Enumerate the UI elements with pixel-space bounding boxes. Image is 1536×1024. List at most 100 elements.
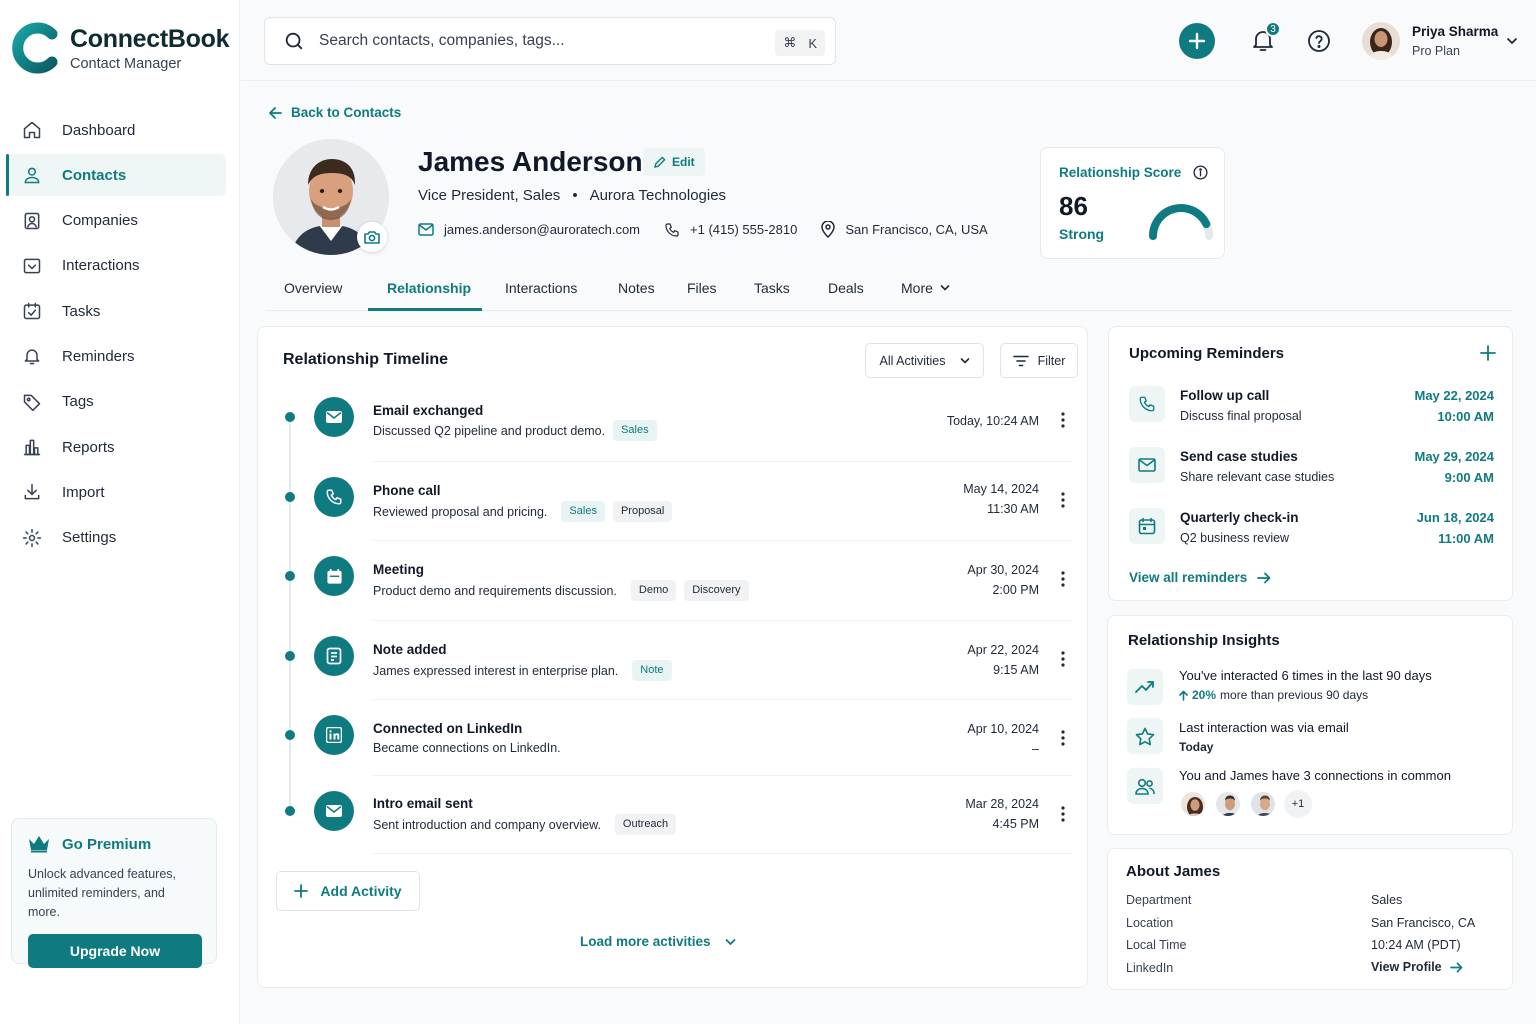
tab-deals[interactable]: Deals: [828, 280, 864, 296]
add-new-button[interactable]: [1179, 23, 1215, 59]
notification-badge: 3: [1265, 21, 1281, 37]
help-button[interactable]: [1307, 29, 1331, 53]
tab-files[interactable]: Files: [687, 280, 717, 296]
chevron-down-icon: [725, 938, 735, 945]
tab-overview[interactable]: Overview: [284, 280, 342, 296]
about-title: About James: [1126, 863, 1221, 880]
contact-role: Vice President, Sales • Aurora Technolog…: [418, 187, 726, 204]
change-photo-button[interactable]: [357, 222, 387, 252]
item-more-button[interactable]: [1060, 729, 1066, 747]
filter-button[interactable]: Filter: [1000, 343, 1078, 378]
user-menu-toggle[interactable]: [1506, 36, 1518, 46]
connection-avatar[interactable]: [1249, 790, 1277, 818]
connection-avatar[interactable]: [1214, 790, 1242, 818]
user-name[interactable]: Priya Sharma: [1412, 24, 1498, 39]
activity-type-select[interactable]: All Activities: [865, 343, 984, 378]
load-more-button[interactable]: Load more activities: [580, 934, 736, 949]
tab-relationship[interactable]: Relationship: [387, 280, 471, 296]
sidebar-item-contacts[interactable]: Contacts: [6, 154, 226, 197]
gear-icon: [22, 528, 42, 547]
timeline-item-desc: Sent introduction and company overview. …: [373, 814, 677, 835]
sidebar-item-label: Dashboard: [62, 121, 136, 139]
view-all-reminders-link[interactable]: View all reminders: [1129, 570, 1271, 585]
sidebar-item-settings[interactable]: Settings: [6, 517, 226, 559]
add-reminder-button[interactable]: [1480, 345, 1496, 361]
reminder-subtitle: Q2 business review: [1180, 531, 1290, 545]
sidebar-item-label: Companies: [62, 212, 138, 230]
job-title: Vice President, Sales: [418, 187, 561, 204]
tag-demo[interactable]: Demo: [630, 580, 677, 601]
phone-icon: [1139, 396, 1155, 412]
reminder-icon: [1129, 386, 1165, 422]
back-to-contacts-link[interactable]: Back to Contacts: [268, 105, 401, 120]
arrow-right-icon: [1449, 962, 1463, 972]
tag-sales[interactable]: Sales: [561, 501, 605, 522]
sidebar-item-companies[interactable]: Companies: [6, 200, 226, 242]
tag-note[interactable]: Note: [632, 660, 672, 681]
info-icon[interactable]: [1193, 165, 1208, 180]
upgrade-button[interactable]: Upgrade Now: [28, 934, 202, 968]
user-icon: [24, 167, 40, 184]
timeline-item-title: Note added: [373, 642, 447, 657]
item-more-button[interactable]: [1060, 805, 1066, 823]
reminder-title[interactable]: Follow up call: [1180, 388, 1269, 403]
item-more-button[interactable]: [1060, 491, 1066, 509]
email-detail[interactable]: james.anderson@auroratech.com: [418, 222, 640, 237]
sidebar-item-reports[interactable]: Reports: [6, 426, 226, 468]
timeline-item: Note added James expressed interest in e…: [258, 622, 1089, 692]
sidebar-item-label: Interactions: [62, 257, 140, 275]
tab-tasks[interactable]: Tasks: [754, 280, 790, 296]
sidebar-item-interactions[interactable]: Interactions: [6, 245, 226, 287]
tag-discovery[interactable]: Discovery: [684, 580, 749, 601]
item-more-button[interactable]: [1060, 411, 1066, 429]
tab-notes[interactable]: Notes: [618, 280, 655, 296]
company-name[interactable]: Aurora Technologies: [590, 187, 726, 204]
reminder-title[interactable]: Quarterly check-in: [1180, 510, 1299, 525]
sidebar-item-import[interactable]: Import: [6, 471, 226, 513]
tag-proposal[interactable]: Proposal: [612, 501, 673, 522]
plus-icon: [294, 884, 309, 898]
relationship-timeline: Relationship Timeline All Activities Fil…: [257, 326, 1088, 988]
phone-detail[interactable]: +1 (415) 555-2810: [664, 222, 797, 238]
brand[interactable]: ConnectBook Contact Manager: [12, 22, 230, 74]
insight-subtext: Today: [1179, 740, 1214, 754]
tab-interactions[interactable]: Interactions: [505, 280, 577, 296]
camera-icon: [364, 231, 380, 244]
tag-outreach[interactable]: Outreach: [614, 814, 677, 835]
sidebar-item-label: Reports: [62, 438, 115, 456]
view-linkedin-profile-link[interactable]: View Profile: [1371, 960, 1463, 974]
add-activity-button[interactable]: Add Activity: [276, 871, 420, 911]
sidebar-item-reminders[interactable]: Reminders: [6, 335, 226, 377]
search-input[interactable]: [319, 32, 759, 50]
connection-avatar[interactable]: [1179, 790, 1207, 818]
calendar-icon: [1138, 518, 1156, 535]
timeline-item-date: Today, 10:24 AM: [946, 414, 1039, 428]
timeline-divider: [373, 540, 1073, 541]
timeline-dot: [285, 492, 295, 502]
user-avatar[interactable]: [1362, 22, 1400, 60]
tab-more[interactable]: More: [901, 280, 950, 296]
timeline-dot: [285, 651, 295, 661]
mail-icon: [326, 411, 342, 423]
timeline-item-title: Meeting: [373, 562, 425, 577]
about-value-local-time: 10:24 AM (PDT): [1371, 938, 1461, 952]
item-more-button[interactable]: [1060, 650, 1066, 668]
note-icon: [326, 647, 342, 665]
tag-sales[interactable]: Sales: [613, 420, 657, 441]
plus-icon: [1188, 32, 1206, 50]
sidebar-item-dashboard[interactable]: Dashboard: [6, 109, 226, 151]
more-connections-badge[interactable]: +1: [1284, 790, 1312, 818]
filter-icon: [1012, 355, 1029, 366]
reminder-title[interactable]: Send case studies: [1180, 449, 1298, 464]
search-bar[interactable]: ⌘ K: [264, 17, 836, 65]
insight-icon: [1127, 669, 1163, 705]
users-icon: [1135, 778, 1155, 795]
sidebar-item-tags[interactable]: Tags: [6, 381, 226, 423]
item-more-button[interactable]: [1060, 570, 1066, 588]
edit-contact-button[interactable]: Edit: [643, 148, 705, 176]
premium-title: Go Premium: [28, 835, 200, 853]
arrow-right-icon: [1257, 572, 1271, 583]
sidebar-item-tasks[interactable]: Tasks: [6, 290, 226, 332]
bell-icon: [24, 349, 40, 365]
download-icon: [24, 484, 40, 500]
